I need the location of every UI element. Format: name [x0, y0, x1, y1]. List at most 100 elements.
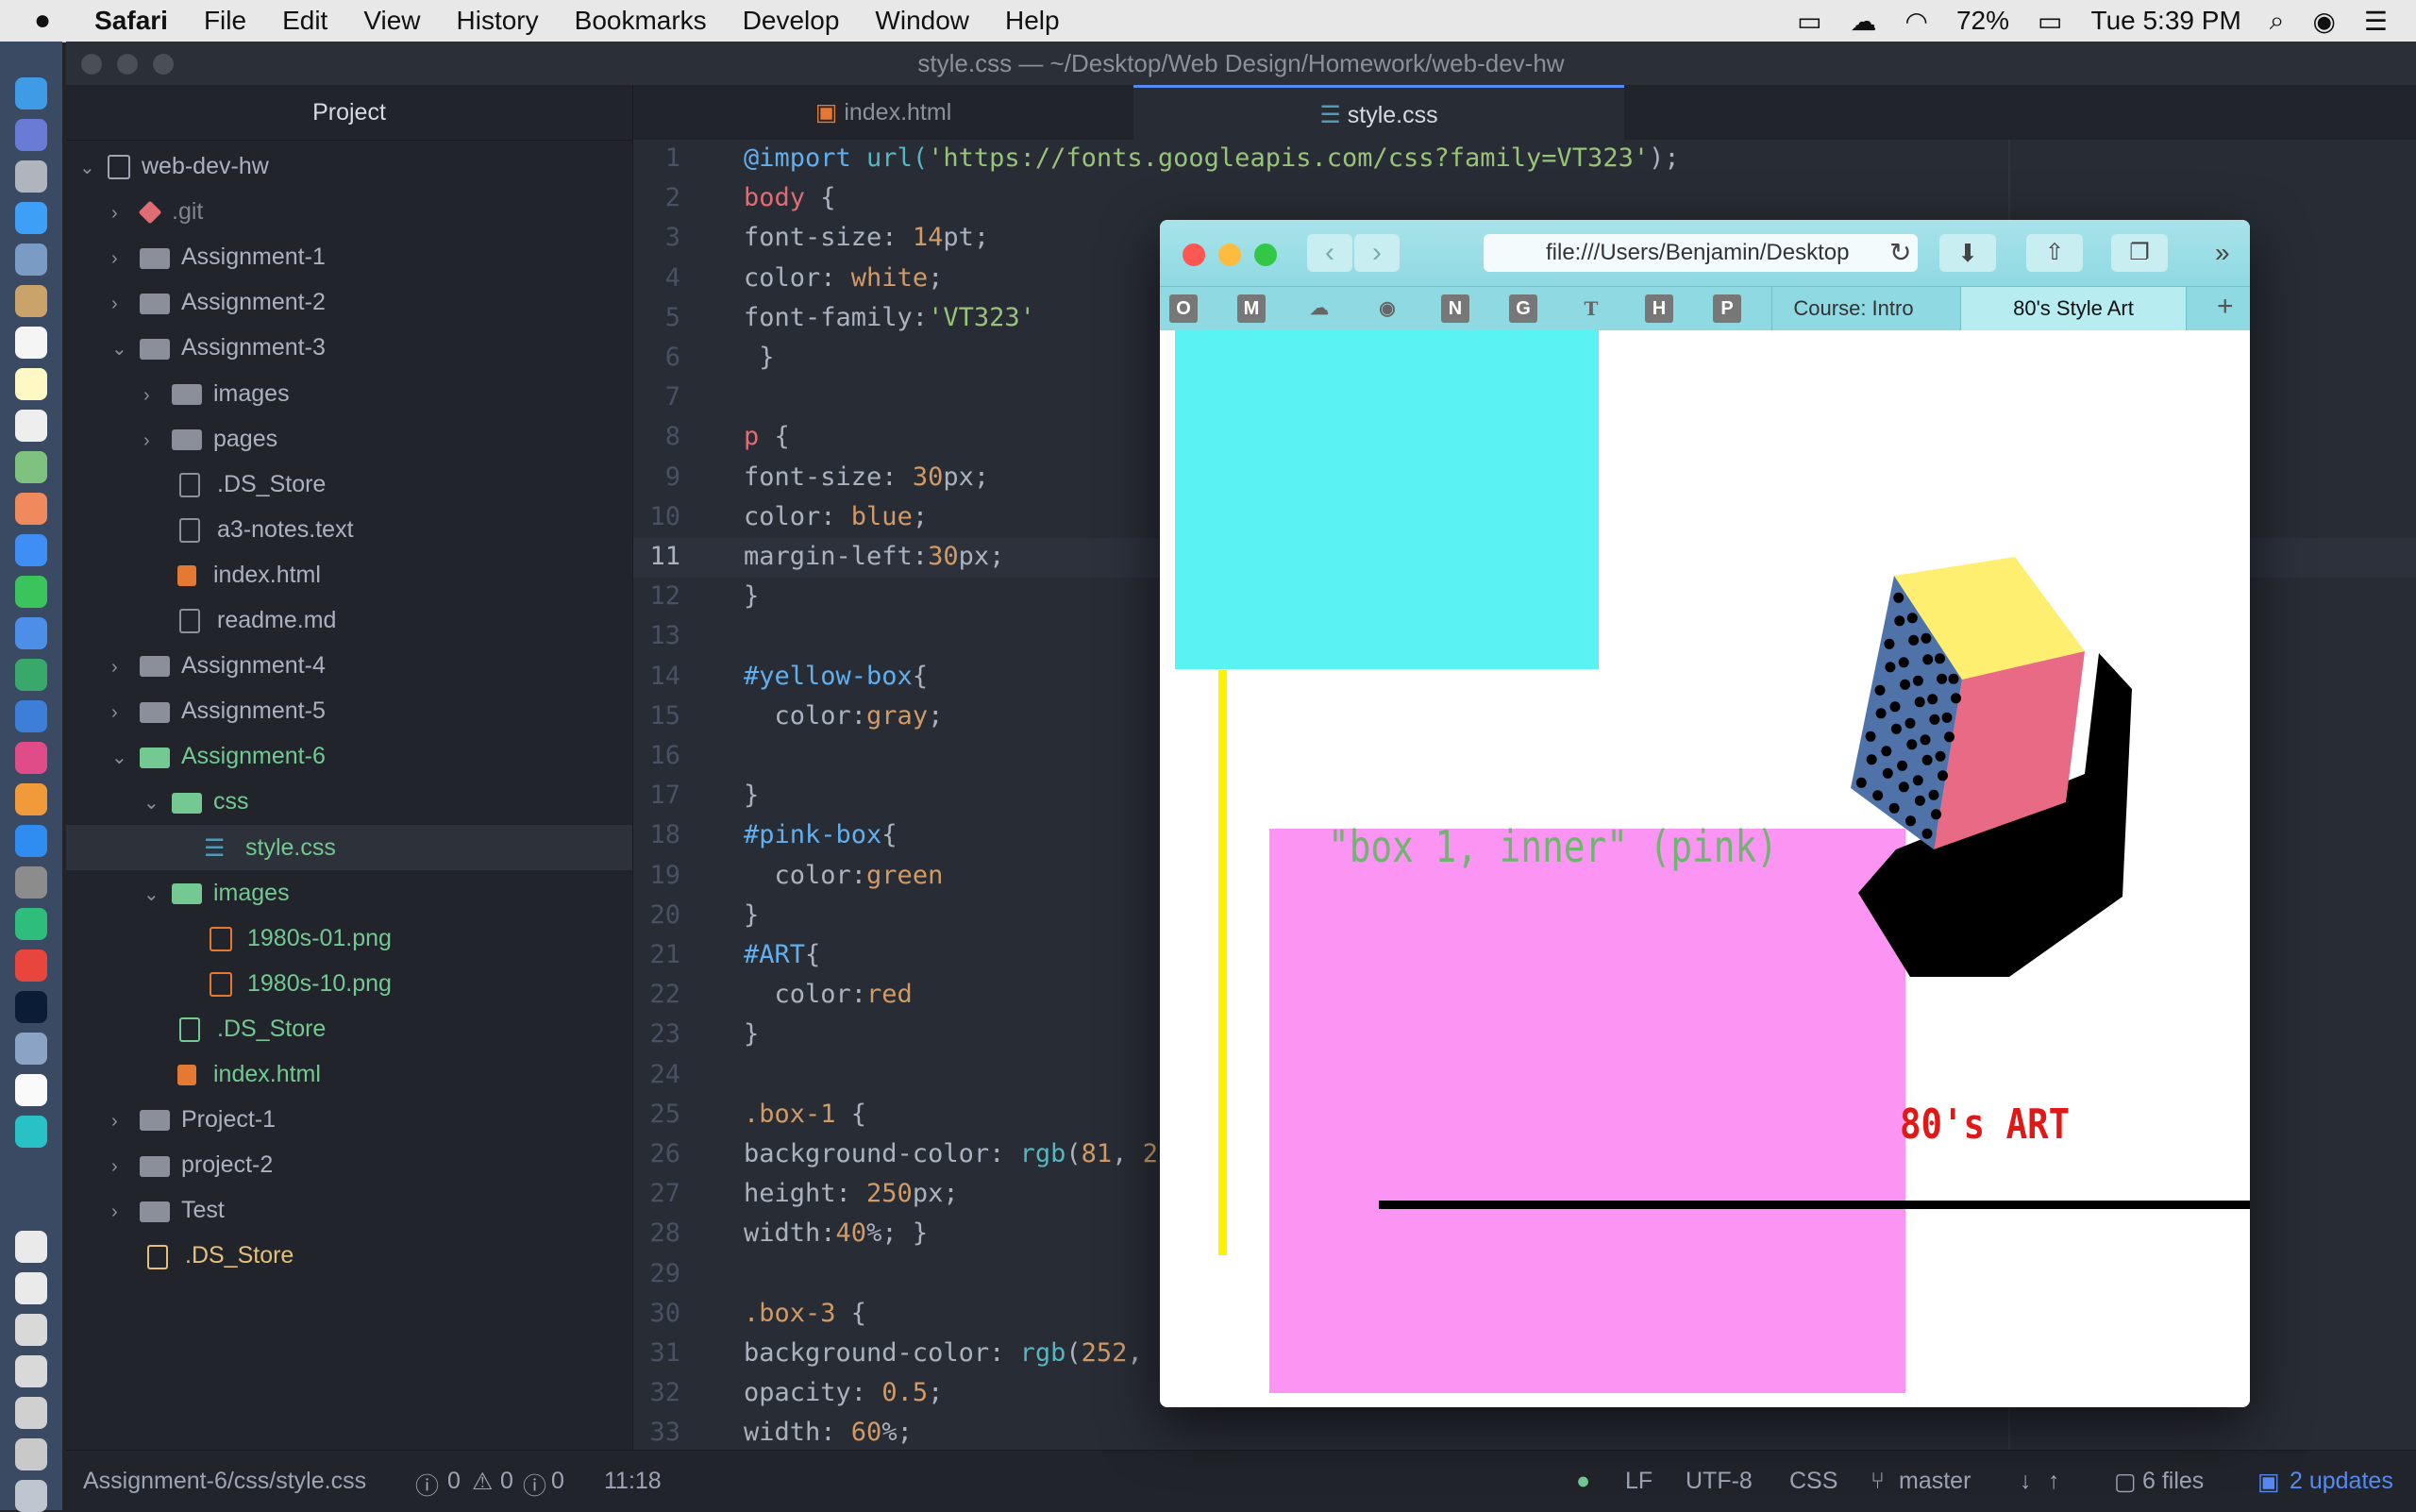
fetch-down-icon[interactable]: ↓	[2020, 1468, 2032, 1495]
chevron-down-icon[interactable]: ⌄	[143, 781, 172, 826]
close-button[interactable]	[81, 54, 102, 75]
code-line[interactable]: opacity: 0.5;	[744, 1378, 943, 1407]
encoding[interactable]: UTF-8	[1686, 1468, 1753, 1495]
wunderlist-icon[interactable]	[15, 1116, 47, 1148]
chevron-right-icon[interactable]: ›	[111, 1099, 140, 1144]
pages-icon[interactable]	[15, 617, 47, 649]
minimize-button[interactable]	[117, 54, 138, 75]
wifi-icon[interactable]: ◠	[1905, 6, 1928, 37]
code-line[interactable]: background-color: rgb(81, 2	[744, 1139, 1158, 1168]
code-line[interactable]: }	[744, 343, 774, 372]
tree-item[interactable]: ⌄ images	[143, 870, 290, 916]
chevron-right-icon[interactable]: ›	[111, 191, 140, 236]
more-icon[interactable]: »	[2215, 234, 2230, 272]
chevron-right-icon[interactable]: ›	[111, 1189, 140, 1235]
siri-icon[interactable]	[15, 119, 47, 151]
tab-course[interactable]: Course: Intro	[1771, 287, 1935, 330]
document-icon[interactable]	[15, 1231, 47, 1263]
notes-icon[interactable]	[15, 368, 47, 400]
menu-window[interactable]: Window	[875, 6, 969, 36]
document-icon[interactable]	[15, 1314, 47, 1346]
grammar[interactable]: CSS	[1789, 1468, 1837, 1495]
apple-icon[interactable]: ●	[34, 5, 51, 37]
minimize-button[interactable]	[1218, 244, 1241, 266]
chevron-down-icon[interactable]: ⌄	[111, 327, 140, 372]
tab-80s-art[interactable]: 80's Style Art	[1960, 287, 2187, 330]
download-icon[interactable]: ⬇	[1939, 234, 1996, 272]
launchpad-icon[interactable]	[15, 160, 47, 193]
tree-item[interactable]: › images	[143, 371, 290, 416]
menu-develop[interactable]: Develop	[743, 6, 840, 36]
tree-item[interactable]: ⌄ Assignment-3	[111, 325, 326, 370]
status-path[interactable]: Assignment-6/css/style.css	[83, 1468, 366, 1495]
display-icon[interactable]: ▭	[1797, 6, 1821, 37]
creative-cloud-icon[interactable]: ☁	[1851, 6, 1877, 37]
mail-icon[interactable]	[15, 244, 47, 276]
zoom-button[interactable]	[153, 54, 174, 75]
chevron-down-icon[interactable]: ⌄	[111, 735, 140, 781]
tab-style-css[interactable]: ☰ style.css	[1133, 85, 1624, 140]
fav-n-icon[interactable]: N	[1441, 294, 1469, 323]
updates-link[interactable]: 2 updates	[2290, 1468, 2393, 1495]
safari-icon[interactable]	[15, 202, 47, 234]
menu-app[interactable]: Safari	[94, 6, 168, 36]
tree-item[interactable]: a3-notes.text	[143, 507, 354, 552]
document-icon[interactable]	[15, 1438, 47, 1470]
maps-icon[interactable]	[15, 451, 47, 483]
menu-view[interactable]: View	[363, 6, 420, 36]
zoom-button[interactable]	[1254, 244, 1277, 266]
tree-item[interactable]: 1980s-10.png	[176, 961, 392, 1006]
fav-p-icon[interactable]: P	[1713, 294, 1741, 323]
fav-o-icon[interactable]: O	[1169, 294, 1198, 323]
notification-center-icon[interactable]: ☰	[2364, 6, 2388, 37]
chevron-right-icon[interactable]: ›	[143, 418, 172, 463]
code-line[interactable]: }	[744, 581, 759, 611]
chevron-right-icon[interactable]: ›	[111, 236, 140, 281]
app-store-icon[interactable]	[15, 825, 47, 857]
forward-icon[interactable]: ›	[1354, 234, 1400, 272]
numbers-icon[interactable]	[15, 659, 47, 691]
tree-item[interactable]: .DS_Store	[143, 462, 326, 507]
line-ending[interactable]: LF	[1625, 1468, 1653, 1495]
tree-item[interactable]: .DS_Store	[111, 1233, 294, 1278]
chevron-right-icon[interactable]: ›	[143, 373, 172, 418]
menu-edit[interactable]: Edit	[282, 6, 327, 36]
github-icon[interactable]: ◉	[1373, 294, 1401, 323]
code-line[interactable]: .box-3 {	[744, 1299, 866, 1328]
clock[interactable]: Tue 5:39 PM	[2091, 6, 2241, 36]
battery-icon[interactable]: ▭	[2038, 6, 2062, 37]
photos-icon[interactable]	[15, 493, 47, 525]
code-line[interactable]: background-color: rgb(252,	[744, 1338, 1143, 1368]
facetime-icon[interactable]	[15, 576, 47, 608]
tree-item[interactable]: › .git	[111, 189, 203, 234]
code-line[interactable]: color:green	[744, 861, 944, 890]
fav-h-icon[interactable]: H	[1645, 294, 1673, 323]
address-bar[interactable]: file:///Users/Benjamin/Desktop	[1484, 234, 1918, 272]
chevron-down-icon[interactable]: ⌄	[79, 145, 108, 191]
info-count[interactable]: 0	[551, 1468, 564, 1495]
document-icon[interactable]	[15, 1272, 47, 1304]
share-icon[interactable]: ⇧	[2026, 234, 2083, 272]
fav-g-icon[interactable]: G	[1509, 294, 1537, 323]
code-line[interactable]: body {	[744, 183, 836, 212]
code-line[interactable]: width:40%; }	[744, 1218, 928, 1248]
siri-icon[interactable]: ◉	[2312, 6, 2335, 37]
changed-files[interactable]: 6 files	[2142, 1468, 2204, 1495]
keynote-icon[interactable]	[15, 700, 47, 732]
reload-icon[interactable]: ↻	[1889, 234, 1911, 272]
tab-index-html[interactable]: ▣ index.html	[633, 85, 1133, 140]
code-line[interactable]: font-size: 14pt;	[744, 223, 989, 252]
tree-item[interactable]: index.html	[143, 552, 321, 597]
system-preferences-icon[interactable]	[15, 866, 47, 899]
warning-count[interactable]: 0	[500, 1468, 513, 1495]
celtx-icon[interactable]	[15, 1074, 47, 1106]
code-line[interactable]: color: white;	[744, 263, 943, 293]
tree-item[interactable]: ⌄ web-dev-hw	[79, 143, 269, 189]
tree-item[interactable]: › Assignment-5	[111, 688, 326, 733]
code-line[interactable]: width: 60%;	[744, 1418, 913, 1447]
photoshop-icon[interactable]	[15, 991, 47, 1023]
tree-item[interactable]: › pages	[143, 416, 277, 462]
nytimes-icon[interactable]: T	[1577, 294, 1605, 323]
code-line[interactable]: #pink-box{	[744, 820, 898, 849]
tree-item[interactable]: › Test	[111, 1187, 225, 1233]
